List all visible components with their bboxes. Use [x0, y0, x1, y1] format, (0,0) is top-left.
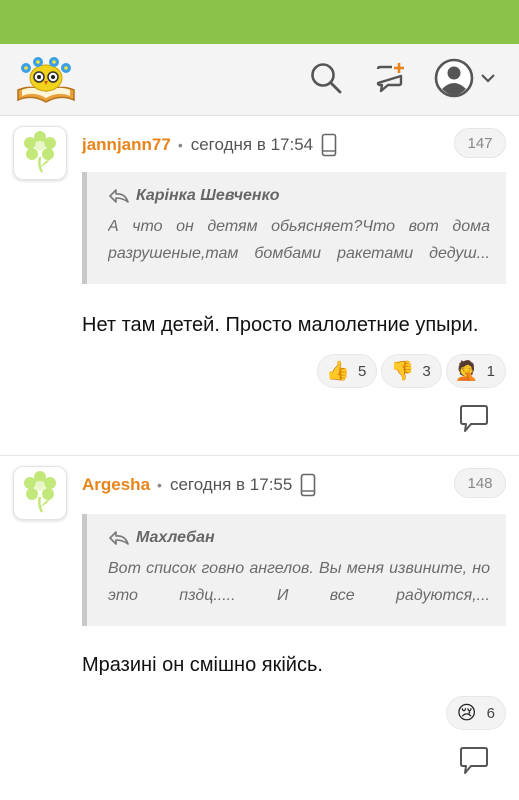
reaction-count: 1: [486, 362, 495, 380]
comment-number-badge[interactable]: 148: [454, 468, 506, 498]
quote-author-name: Карінка Шевченко: [136, 187, 280, 204]
profile-menu-button[interactable]: [430, 58, 500, 103]
reaction-count: 6: [486, 704, 495, 722]
comment-text: Мразині он смішно якійсь.: [82, 654, 323, 676]
quote-text: Вот список говно ангелов. Вы меня извини…: [108, 560, 490, 604]
facepalm-emoji: 🤦: [454, 360, 479, 382]
quote-author: Махлебан: [108, 527, 490, 549]
quoted-comment[interactable]: Карінка Шевченко А что он детям обьясняе…: [82, 172, 506, 284]
green-flower-icon: [20, 469, 60, 518]
crying-face-emoji: 😢: [456, 702, 477, 724]
comment: Argesha • сегодня в 17:55 148 Махлебан В…: [0, 458, 519, 800]
quote-text: А что он детям обьясняет?Что вот дома ра…: [108, 218, 490, 262]
separator-dot: •: [157, 477, 162, 493]
reaction-count: 5: [357, 362, 367, 380]
chevron-down-icon: [480, 71, 496, 89]
reaction-thumbs-up[interactable]: 👍 5: [316, 354, 378, 388]
comment-meta: jannjann77 • сегодня в 17:54: [82, 132, 337, 158]
reply-arrow-icon: [108, 188, 130, 204]
green-flower-icon: [20, 129, 60, 178]
site-logo[interactable]: [14, 54, 78, 108]
quoted-comment[interactable]: Махлебан Вот список говно ангелов. Вы ме…: [82, 514, 506, 626]
username[interactable]: jannjann77: [82, 135, 171, 155]
comment-reply-icon: [458, 405, 490, 438]
reactions-bar: 😢 6: [445, 696, 506, 730]
user-avatar-icon: [434, 58, 474, 103]
reply-arrow-icon: [108, 530, 130, 546]
reply-button[interactable]: [458, 404, 490, 434]
new-post-button[interactable]: [370, 60, 410, 100]
comment-reply-icon: [458, 747, 490, 780]
quote-author-name: Махлебан: [136, 529, 215, 546]
comment-meta: Argesha • сегодня в 17:55: [82, 472, 316, 498]
quote-author: Карінка Шевченко: [108, 185, 490, 207]
reactions-bar: 👍 5 👎 3 🤦 1: [316, 354, 506, 388]
reaction-thumbs-down[interactable]: 👎 3: [381, 354, 442, 388]
user-avatar[interactable]: [13, 126, 67, 180]
comment: jannjann77 • сегодня в 17:54 147 Карінка…: [0, 118, 519, 456]
user-avatar[interactable]: [13, 466, 67, 520]
username[interactable]: Argesha: [82, 475, 150, 495]
comment-number-badge[interactable]: 147: [454, 128, 506, 158]
search-icon: [309, 61, 343, 100]
separator-dot: •: [177, 137, 183, 153]
search-button[interactable]: [306, 60, 346, 100]
phone-icon: [300, 473, 316, 497]
phone-icon: [321, 133, 337, 157]
timestamp: сегодня в 17:54: [190, 135, 314, 154]
reaction-count: 3: [422, 362, 431, 380]
reaction-facepalm[interactable]: 🤦 1: [445, 354, 506, 388]
app-header: [0, 44, 519, 116]
timestamp: сегодня в 17:55: [169, 475, 293, 494]
comment-text: Нет там детей. Просто малолетние упыри.: [82, 314, 479, 336]
thumbs-up-emoji: 👍: [326, 360, 350, 382]
reaction-crying-face[interactable]: 😢 6: [445, 696, 506, 730]
reply-button[interactable]: [458, 746, 490, 776]
top-color-bar: [0, 0, 519, 44]
thumbs-down-emoji: 👎: [390, 360, 415, 382]
new-post-icon: [372, 60, 408, 101]
